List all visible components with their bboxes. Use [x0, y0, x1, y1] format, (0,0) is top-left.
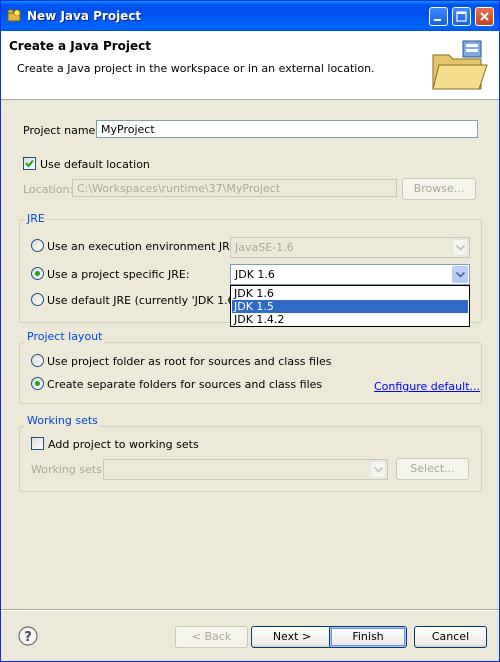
title-bar[interactable]: New Java Project — [1, 1, 499, 31]
project-layout-group-title: Project layout — [25, 330, 105, 343]
use-default-location-checkbox[interactable] — [23, 157, 36, 170]
configure-default-link[interactable]: Configure default... — [374, 380, 480, 393]
minimize-button[interactable] — [429, 7, 448, 26]
cancel-button[interactable]: Cancel — [414, 626, 487, 648]
help-icon[interactable]: ? — [18, 626, 38, 646]
folder-wizard-icon — [429, 39, 489, 93]
jre-group-title: JRE — [25, 212, 47, 225]
project-name-field[interactable] — [96, 120, 478, 138]
banner-title: Create a Java Project — [9, 39, 152, 53]
browse-button[interactable]: Browse... — [402, 178, 476, 200]
separate-folders-label: Create separate folders for sources and … — [47, 378, 323, 391]
dropdown-option-jdk-1-4-2[interactable]: JDK 1.4.2 — [232, 313, 468, 326]
single-folder-label: Use project folder as root for sources a… — [47, 355, 332, 368]
close-icon — [480, 12, 489, 21]
add-to-working-sets-label: Add project to working sets — [48, 438, 199, 451]
wizard-banner: Create a Java Project Create a Java proj… — [1, 31, 499, 100]
jre-dropdown-list[interactable]: JDK 1.6 JDK 1.5 JDK 1.4.2 — [230, 285, 470, 327]
window-title: New Java Project — [27, 9, 142, 23]
execution-environment-label: Use an execution environment JRE: — [47, 240, 241, 253]
chevron-down-icon — [452, 239, 468, 256]
project-layout-group — [19, 342, 482, 404]
dropdown-option-jdk-1-5[interactable]: JDK 1.5 — [232, 300, 468, 313]
java-project-icon — [7, 9, 21, 23]
project-specific-jre-combo[interactable]: JDK 1.6 — [230, 264, 470, 285]
default-jre-label: Use default JRE (currently 'JDK 1.6') — [47, 294, 242, 307]
execution-environment-value: JavaSE-1.6 — [235, 241, 294, 254]
default-jre-radio[interactable] — [31, 293, 44, 306]
maximize-icon — [456, 11, 467, 22]
next-button[interactable]: Next > — [251, 626, 333, 648]
working-sets-combo[interactable] — [103, 459, 388, 480]
project-specific-jre-radio[interactable] — [31, 267, 44, 280]
single-folder-radio[interactable] — [31, 354, 44, 367]
chevron-down-icon — [370, 461, 386, 478]
svg-text:?: ? — [24, 630, 32, 645]
finish-button[interactable]: Finish — [329, 626, 407, 648]
working-sets-label: Working sets: — [31, 463, 106, 476]
banner-description: Create a Java project in the workspace o… — [17, 62, 375, 75]
execution-environment-radio[interactable] — [31, 239, 44, 252]
working-sets-group-title: Working sets — [25, 414, 100, 427]
new-java-project-dialog: New Java Project Create a Java Project C… — [0, 0, 500, 662]
location-label: Location: — [23, 183, 74, 196]
project-name-label: Project name: — [23, 124, 100, 137]
back-button[interactable]: < Back — [175, 626, 248, 648]
select-working-sets-button[interactable]: Select... — [396, 458, 469, 480]
dropdown-option-jdk-1-6[interactable]: JDK 1.6 — [232, 287, 468, 300]
checkmark-icon — [25, 159, 34, 168]
footer-separator — [1, 609, 499, 611]
maximize-button[interactable] — [452, 7, 471, 26]
add-to-working-sets-checkbox[interactable] — [31, 437, 44, 450]
project-specific-jre-value: JDK 1.6 — [235, 268, 275, 281]
minimize-icon — [434, 19, 441, 21]
project-specific-jre-label: Use a project specific JRE: — [47, 268, 190, 281]
execution-environment-combo[interactable]: JavaSE-1.6 — [230, 237, 470, 258]
close-button[interactable] — [475, 7, 494, 26]
use-default-location-label: Use default location — [40, 158, 150, 171]
separate-folders-radio[interactable] — [31, 377, 44, 390]
chevron-down-icon — [452, 266, 468, 283]
location-field[interactable] — [72, 179, 397, 197]
